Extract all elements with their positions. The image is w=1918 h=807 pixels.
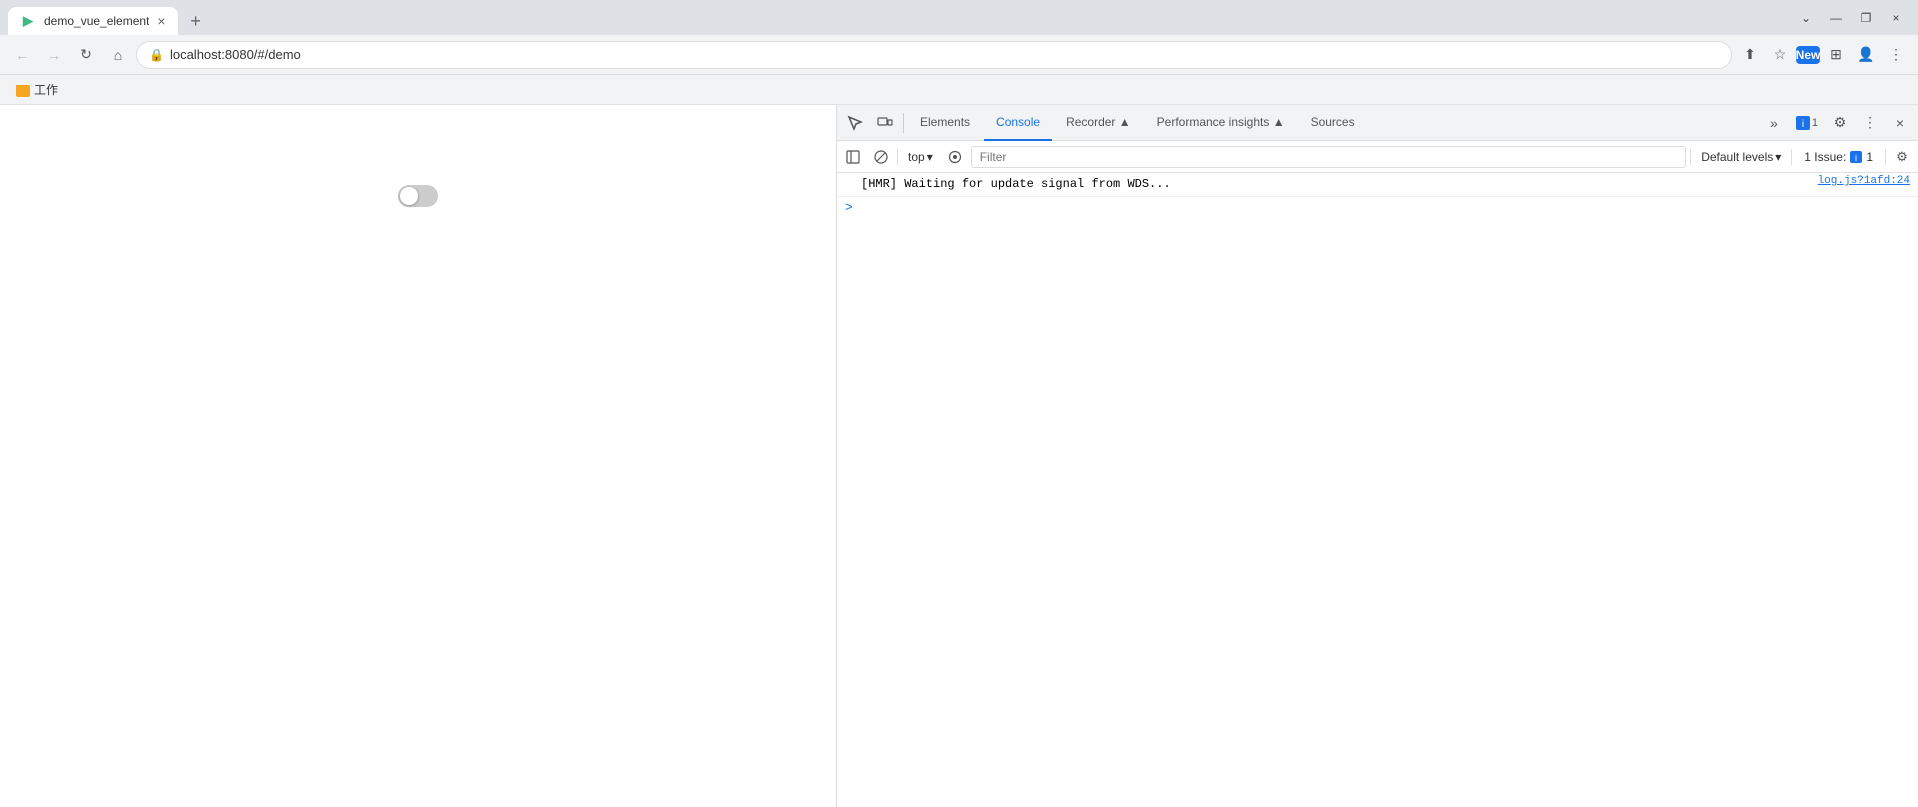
bookmarks-bar: 工作	[0, 75, 1918, 105]
console-filter-input[interactable]	[971, 146, 1686, 168]
issues-button[interactable]: i 1	[1790, 109, 1824, 137]
devtools-more-button[interactable]: ⋮	[1856, 109, 1884, 137]
maximize-button[interactable]: ❐	[1852, 4, 1880, 32]
extension-icon[interactable]: New	[1796, 46, 1820, 64]
extensions-button[interactable]: ⊞	[1822, 41, 1850, 69]
new-tab-button[interactable]: +	[182, 7, 210, 35]
tab-bar: ▶ demo_vue_element × +	[8, 0, 1788, 35]
page-area	[0, 105, 836, 807]
toggle-switch[interactable]	[398, 185, 438, 207]
title-bar: ▶ demo_vue_element × + ⌄ — ❐ ×	[0, 0, 1918, 35]
back-button[interactable]: ←	[8, 41, 36, 69]
devtools-toolbar: top ▾ Default levels ▾ 1 Issue:	[837, 141, 1918, 173]
more-tabs-button[interactable]: »	[1760, 109, 1788, 137]
prompt-chevron: >	[845, 200, 853, 215]
devtools-close-button[interactable]: ×	[1886, 109, 1914, 137]
minimize-button[interactable]: —	[1822, 4, 1850, 32]
share-icon[interactable]: ⬆	[1736, 41, 1764, 69]
svg-text:i: i	[1802, 119, 1804, 130]
context-selector[interactable]: top ▾	[902, 148, 939, 166]
console-issues-button[interactable]: 1 Issue: i 1	[1796, 148, 1881, 166]
inspect-element-button[interactable]	[841, 109, 869, 137]
devtools-panel: Elements Console Recorder ▲ Performance …	[836, 105, 1918, 807]
issues-count: 1	[1866, 150, 1873, 164]
tab-performance-insights[interactable]: Performance insights ▲	[1145, 105, 1297, 141]
home-button[interactable]: ⌂	[104, 41, 132, 69]
devtools-settings-button[interactable]: ⚙	[1826, 109, 1854, 137]
bookmark-folder-icon	[16, 85, 30, 97]
bookmark-item-work[interactable]: 工作	[8, 79, 66, 100]
tab-title: demo_vue_element	[44, 14, 149, 28]
console-sidebar-button[interactable]	[841, 145, 865, 169]
console-prompt-line[interactable]: >	[837, 197, 1918, 217]
lock-icon: 🔒	[149, 48, 164, 62]
tab-elements[interactable]: Elements	[908, 105, 982, 141]
console-log-source[interactable]: log.js?1afd:24	[1802, 175, 1910, 187]
svg-text:i: i	[1855, 153, 1857, 163]
console-entry-hmr: [HMR] Waiting for update signal from WDS…	[837, 173, 1918, 197]
tab-close-button[interactable]: ×	[157, 14, 165, 28]
refresh-button[interactable]: ↻	[72, 41, 100, 69]
tab-sources[interactable]: Sources	[1299, 105, 1367, 141]
bookmark-icon[interactable]: ☆	[1766, 41, 1794, 69]
tab-recorder[interactable]: Recorder ▲	[1054, 105, 1143, 141]
devtools-header: Elements Console Recorder ▲ Performance …	[837, 105, 1918, 141]
profile-button[interactable]: 👤	[1852, 41, 1880, 69]
console-log-text: [HMR] Waiting for update signal from WDS…	[861, 175, 1798, 194]
clear-console-button[interactable]	[869, 145, 893, 169]
close-button[interactable]: ×	[1882, 4, 1910, 32]
address-bar: ← → ↻ ⌂ 🔒 localhost:8080/#/demo ⬆ ☆ New …	[0, 35, 1918, 75]
console-output: [HMR] Waiting for update signal from WDS…	[837, 173, 1918, 807]
live-expression-button[interactable]	[943, 145, 967, 169]
device-emulation-button[interactable]	[871, 109, 899, 137]
issues-label: 1 Issue:	[1804, 150, 1846, 164]
console-settings-button[interactable]: ⚙	[1890, 145, 1914, 169]
title-bar-controls: ⌄ — ❐ ×	[1792, 4, 1910, 32]
log-levels-button[interactable]: Default levels ▾	[1695, 148, 1787, 166]
tab-console[interactable]: Console	[984, 105, 1052, 141]
settings-button[interactable]: ⋮	[1882, 41, 1910, 69]
forward-button[interactable]: →	[40, 41, 68, 69]
browser-window: ▶ demo_vue_element × + ⌄ — ❐ × ← → ↻ ⌂ 🔒…	[0, 0, 1918, 807]
devtools-header-right: » i 1 ⚙ ⋮ ×	[1760, 109, 1914, 137]
tab-favicon: ▶	[20, 13, 36, 29]
url-text: localhost:8080/#/demo	[170, 47, 1719, 62]
active-tab[interactable]: ▶ demo_vue_element ×	[8, 7, 178, 35]
chevron-down-icon[interactable]: ⌄	[1792, 4, 1820, 32]
main-content: Elements Console Recorder ▲ Performance …	[0, 105, 1918, 807]
url-bar[interactable]: 🔒 localhost:8080/#/demo	[136, 41, 1732, 69]
bookmark-label: 工作	[34, 81, 58, 98]
address-bar-right: ⬆ ☆ New ⊞ 👤 ⋮	[1736, 41, 1910, 69]
